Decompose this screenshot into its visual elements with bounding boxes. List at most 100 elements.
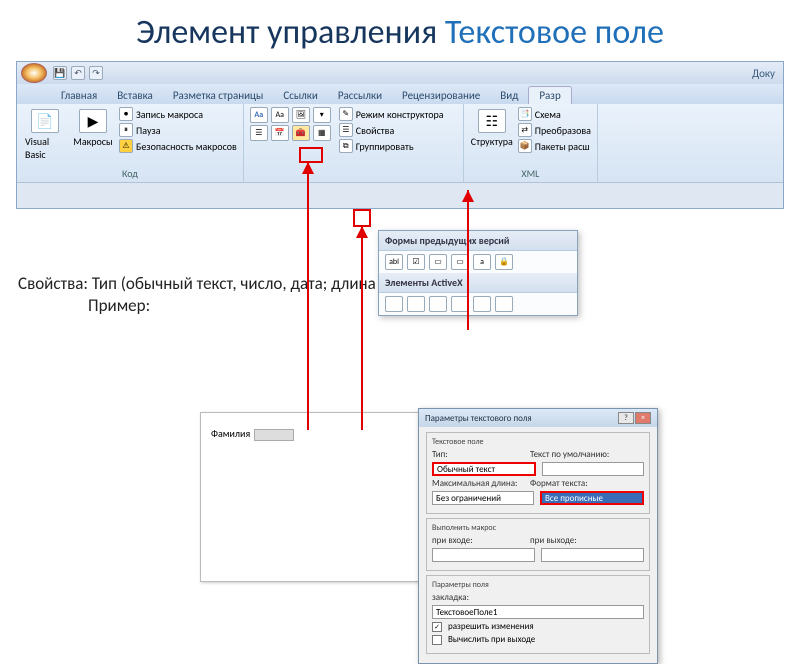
tab-mailings[interactable]: Рассылки (328, 87, 392, 104)
tab-review[interactable]: Рецензирование (392, 87, 490, 104)
document-area: Фамилия (200, 412, 420, 582)
maxlen-value: Без ограничений (436, 493, 501, 504)
bookmark-input[interactable]: ТекстовоеПоле1 (432, 605, 644, 619)
ribbon: 📄 Visual Basic ▶ Макросы ●Запись макроса… (17, 104, 783, 182)
calc-on-exit-label: Вычислить при выходе (448, 634, 535, 645)
word-window: 💾 ↶ ↷ Доку Главная Вставка Разметка стра… (16, 61, 784, 209)
activex-header: Элементы ActiveX (379, 273, 577, 293)
on-exit-select[interactable] (541, 548, 644, 562)
schema-button[interactable]: 📑Схема (518, 107, 591, 121)
text-form-field[interactable] (254, 429, 294, 441)
help-button[interactable]: ? (618, 412, 634, 424)
format-select[interactable]: Все прописные (540, 491, 644, 505)
activex-6[interactable] (495, 296, 513, 312)
format-label: Формат текста: (530, 478, 622, 489)
fs-macro-label: Выполнить макрос (432, 523, 644, 533)
legacy-shading[interactable]: a (473, 254, 491, 270)
slide-title-accent: Текстовое поле (445, 12, 664, 53)
group-controls: Aa Aa 🖼 ▾ ☰ 📅 🧰 ▦ ✎Режим конструктора ☰С… (244, 104, 464, 182)
richtext-control[interactable]: Aa (250, 107, 268, 123)
vb-icon: 📄 (31, 109, 59, 133)
legacy-checkbox[interactable]: ☑ (407, 254, 425, 270)
default-text-input[interactable] (542, 462, 644, 476)
macro-security-button[interactable]: ⚠Безопасность макросов (119, 139, 237, 153)
legacy-dropdown[interactable]: ▭ (429, 254, 447, 270)
picture-control[interactable]: 🖼 (292, 107, 310, 123)
on-exit-label: при выходе: (530, 535, 622, 546)
properties-icon: ☰ (339, 123, 353, 137)
type-label: Тип: (432, 449, 524, 460)
group-xml-label: XML (470, 167, 591, 180)
properties-button[interactable]: ☰Свойства (339, 123, 444, 137)
pause-icon: ⏸ (119, 123, 133, 137)
text-field-options-dialog: Параметры текстового поля ? × Текстовое … (418, 408, 658, 664)
transform-label: Преобразова (535, 124, 591, 137)
bookmark-value: ТекстовоеПоле1 (436, 607, 497, 618)
legacy-frame[interactable]: ▭ (451, 254, 469, 270)
record-macro-button[interactable]: ●Запись макроса (119, 107, 237, 121)
slide-title: Элемент управления Текстовое поле (0, 0, 800, 57)
structure-icon: ☷ (478, 109, 506, 133)
packages-label: Пакеты расш (535, 140, 590, 153)
tab-view[interactable]: Вид (490, 87, 528, 104)
maxlen-input[interactable]: Без ограничений (432, 491, 534, 505)
fs-textfield-label: Текстовое поле (432, 437, 644, 447)
office-button[interactable] (21, 63, 47, 83)
on-enter-label: при входе: (432, 535, 524, 546)
date-control[interactable]: 📅 (271, 125, 289, 141)
allow-changes-checkbox[interactable]: ✓ (432, 622, 442, 632)
default-label: Текст по умолчанию: (530, 449, 622, 460)
save-button[interactable]: 💾 (53, 66, 67, 80)
macros-button[interactable]: ▶ Макросы (71, 107, 115, 150)
legacy-text-field[interactable]: abl (385, 254, 403, 270)
ribbon-tabs: Главная Вставка Разметка страницы Ссылки… (17, 84, 783, 104)
close-button[interactable]: × (635, 412, 651, 424)
tab-insert[interactable]: Вставка (107, 87, 163, 104)
pause-macro-button[interactable]: ⏸Пауза (119, 123, 237, 137)
macros-icon: ▶ (79, 109, 107, 133)
on-enter-select[interactable] (432, 548, 535, 562)
design-mode-button[interactable]: ✎Режим конструктора (339, 107, 444, 121)
legacy-header: Формы предыдущих версий (379, 231, 577, 251)
legacy-tools-button[interactable]: 🧰 (292, 125, 310, 141)
title-text: Доку (752, 67, 779, 80)
plaintext-control[interactable]: Aa (271, 107, 289, 123)
combo-control[interactable]: ▾ (313, 107, 331, 123)
calc-on-exit-checkbox[interactable] (432, 635, 442, 645)
packages-button[interactable]: 📦Пакеты расш (518, 139, 591, 153)
dropdown-control[interactable]: ☰ (250, 125, 268, 141)
tab-references[interactable]: Ссылки (273, 87, 328, 104)
activex-5[interactable] (473, 296, 491, 312)
record-icon: ● (119, 107, 133, 121)
tab-developer[interactable]: Разр (528, 86, 571, 104)
activex-2[interactable] (407, 296, 425, 312)
pause-label: Пауза (136, 124, 161, 137)
group-button[interactable]: ⧉Группировать (339, 139, 444, 153)
activex-1[interactable] (385, 296, 403, 312)
transform-icon: ⇄ (518, 123, 532, 137)
type-select[interactable]: Обычный текст (432, 462, 536, 476)
group-icon: ⧉ (339, 139, 353, 153)
tab-home[interactable]: Главная (51, 87, 107, 104)
record-label: Запись макроса (136, 108, 203, 121)
fieldset-textfield: Текстовое поле Тип: Текст по умолчанию: … (426, 432, 650, 514)
field-label: Фамилия (211, 427, 250, 440)
activex-4[interactable] (451, 296, 469, 312)
format-value: Все прописные (545, 493, 603, 504)
legacy-tools-dropdown: Формы предыдущих версий abl ☑ ▭ ▭ a 🔒 Эл… (378, 230, 578, 316)
redo-button[interactable]: ↷ (89, 66, 103, 80)
group-code-label: Код (23, 167, 237, 180)
legacy-reset[interactable]: 🔒 (495, 254, 513, 270)
bookmark-label: закладка: (432, 592, 524, 603)
tab-pagelayout[interactable]: Разметка страницы (163, 87, 274, 104)
visual-basic-button[interactable]: 📄 Visual Basic (23, 107, 67, 163)
buildingblock-control[interactable]: ▦ (313, 125, 331, 141)
design-icon: ✎ (339, 107, 353, 121)
activex-3[interactable] (429, 296, 447, 312)
group-code: 📄 Visual Basic ▶ Макросы ●Запись макроса… (17, 104, 244, 182)
design-mode-label: Режим конструктора (356, 108, 444, 121)
undo-button[interactable]: ↶ (71, 66, 85, 80)
structure-button[interactable]: ☷ Структура (470, 107, 514, 150)
slide-title-plain: Элемент управления (136, 12, 445, 53)
transform-button[interactable]: ⇄Преобразова (518, 123, 591, 137)
